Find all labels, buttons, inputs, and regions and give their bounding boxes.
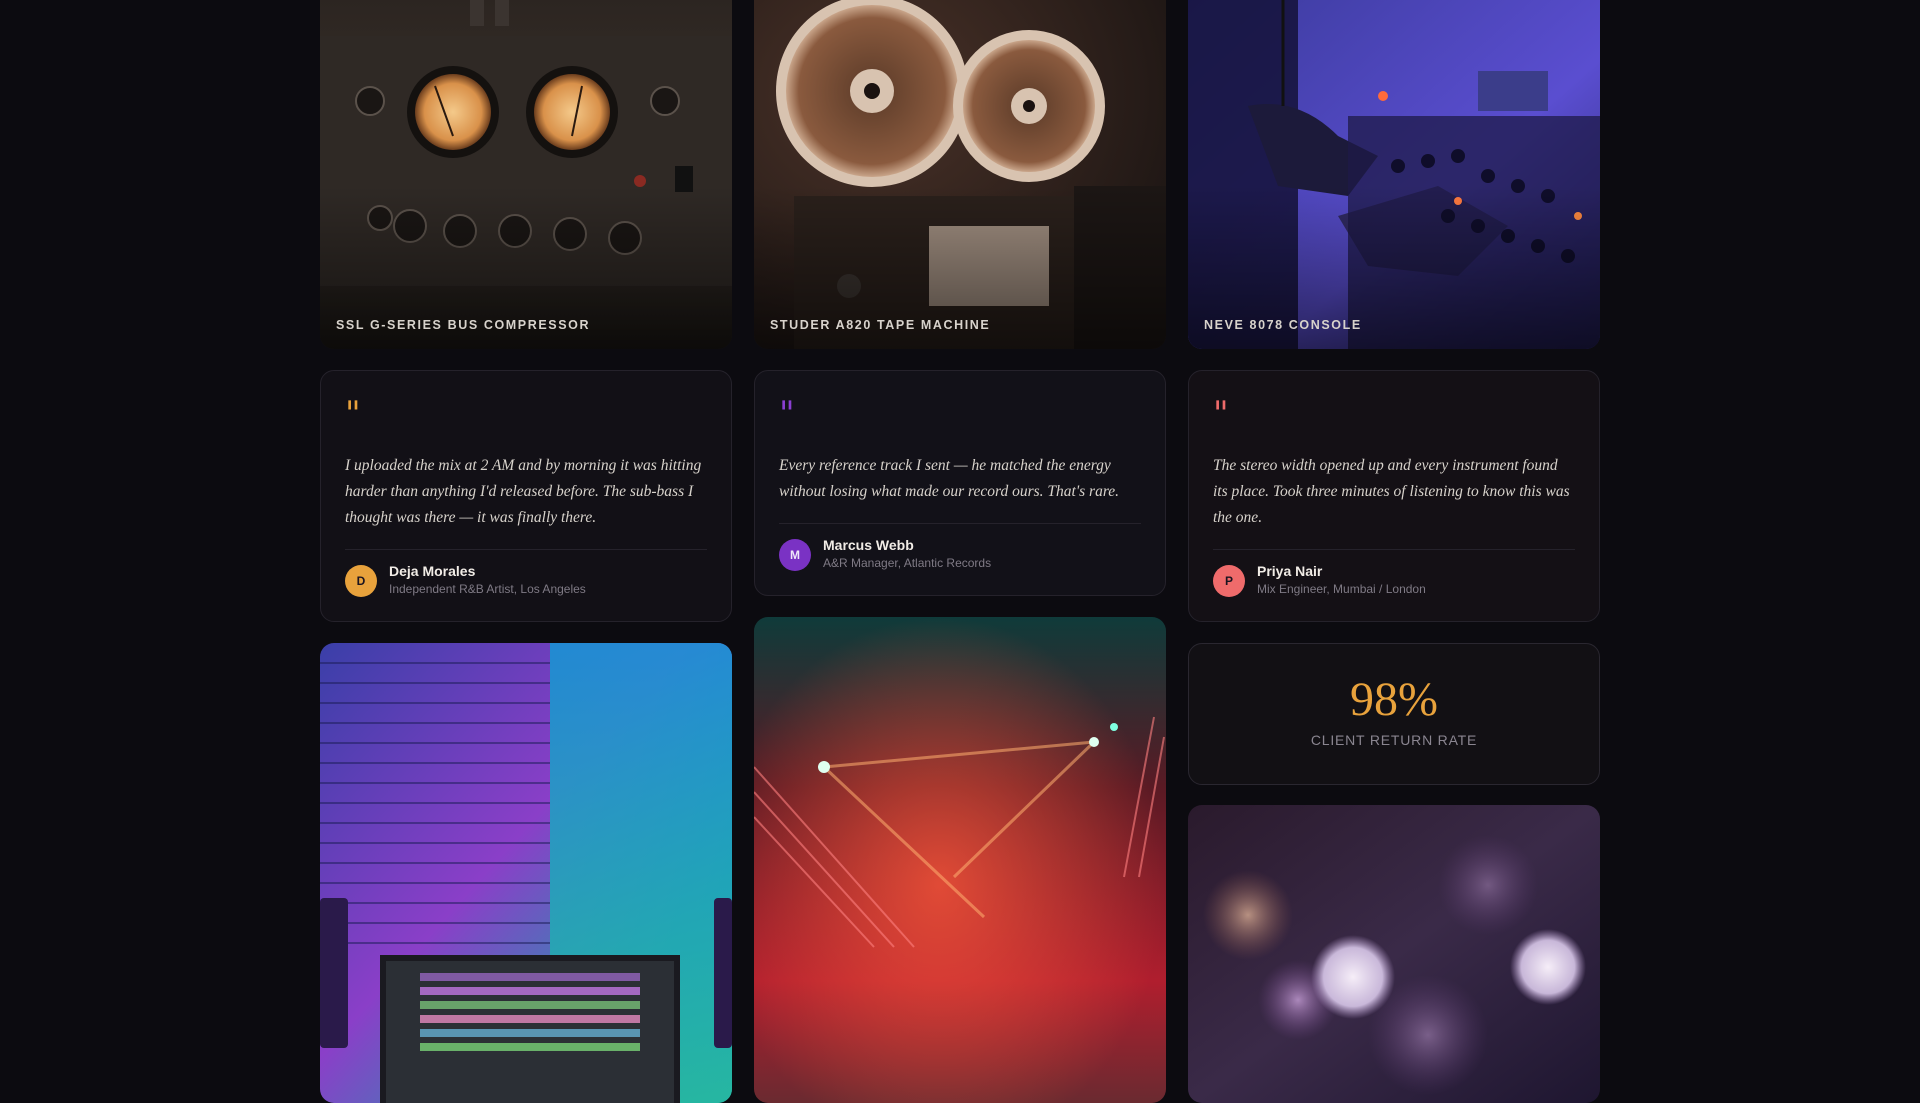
gallery-caption: STUDER A820 TAPE MACHINE [770,318,991,332]
testimonial-card: " I uploaded the mix at 2 AM and by morn… [320,370,732,622]
author-role: Mix Engineer, Mumbai / London [1257,582,1426,596]
testimonial-author: P Priya Nair Mix Engineer, Mumbai / Lond… [1213,563,1575,598]
gallery-card-concert[interactable] [754,617,1166,1103]
author-name: Marcus Webb [823,537,914,553]
gallery-card-studio[interactable] [320,643,732,1103]
gallery-card-compressor[interactable]: SSL G-SERIES BUS COMPRESSOR [320,0,732,349]
concert-photo [754,617,1166,1103]
author-name: Deja Morales [389,563,476,579]
divider [345,549,707,550]
showcase-grid: SSL G-SERIES BUS COMPRESSOR " I uploaded… [320,0,1600,1103]
testimonial-author: D Deja Morales Independent R&B Artist, L… [345,563,707,598]
author-name: Priya Nair [1257,563,1323,579]
testimonial-author: M Marcus Webb A&R Manager, Atlantic Reco… [779,537,1141,572]
testimonial-quote: I uploaded the mix at 2 AM and by mornin… [345,457,702,526]
stat-value: 98% [1350,673,1438,726]
gallery-card-bokeh[interactable] [1188,805,1600,1103]
author-role: Independent R&B Artist, Los Angeles [389,582,586,596]
testimonial-quote: Every reference track I sent — he matche… [779,457,1120,500]
gallery-caption: SSL G-SERIES BUS COMPRESSOR [336,318,591,332]
testimonial-card: " Every reference track I sent — he matc… [754,370,1166,596]
bokeh-photo [1188,805,1600,1103]
gallery-card-tape-machine[interactable]: STUDER A820 TAPE MACHINE [754,0,1166,349]
testimonial-quote: The stereo width opened up and every ins… [1213,457,1570,526]
avatar: D [345,564,377,597]
gallery-caption: NEVE 8078 CONSOLE [1204,318,1362,332]
studio-photo [320,643,732,1103]
stat-label: CLIENT RETURN RATE [1310,732,1478,748]
testimonial-card: " The stereo width opened up and every i… [1188,370,1600,622]
author-role: A&R Manager, Atlantic Records [823,556,992,570]
stat-card: 98% CLIENT RETURN RATE [1188,643,1600,785]
avatar: M [779,538,811,571]
quote-mark-icon: " [1213,394,1229,434]
gallery-card-console[interactable]: NEVE 8078 CONSOLE [1188,0,1600,349]
divider [779,523,1141,524]
quote-mark-icon: " [345,394,361,434]
avatar: P [1213,564,1245,597]
quote-mark-icon: " [779,394,795,434]
divider [1213,549,1575,550]
